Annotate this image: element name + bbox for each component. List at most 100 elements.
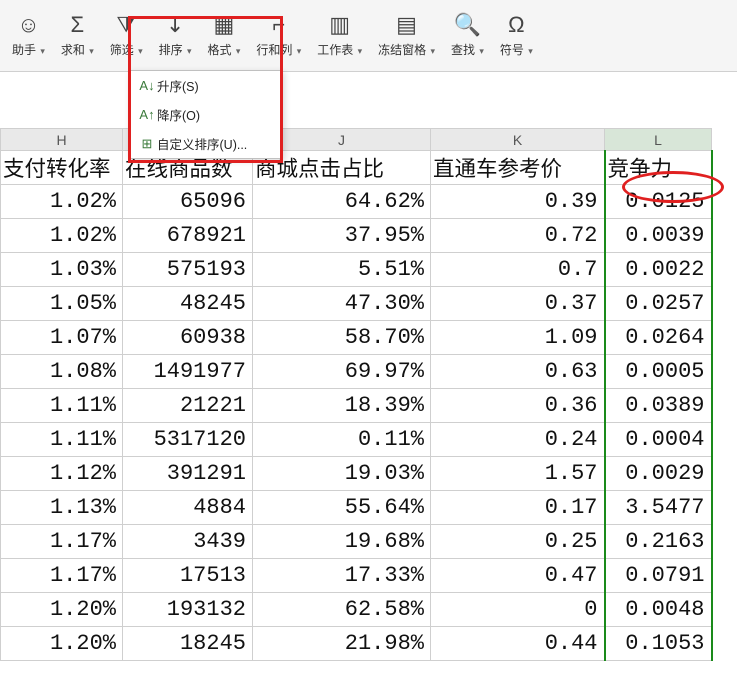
toolbar-assistant-button[interactable]: ☺助手 ▾: [4, 0, 53, 64]
cell[interactable]: 0.0005: [605, 355, 712, 389]
cell[interactable]: 62.58%: [253, 593, 431, 627]
cell[interactable]: 3.5477: [605, 491, 712, 525]
cell[interactable]: 17513: [123, 559, 253, 593]
cell[interactable]: 1.57: [431, 457, 605, 491]
cell[interactable]: 19.68%: [253, 525, 431, 559]
cell[interactable]: 0.11%: [253, 423, 431, 457]
cell[interactable]: 55.64%: [253, 491, 431, 525]
cell[interactable]: 60938: [123, 321, 253, 355]
cell[interactable]: 1.08%: [1, 355, 123, 389]
sort-menu-label: 自定义排序(U)...: [157, 134, 247, 153]
column-header-letter[interactable]: K: [431, 129, 605, 151]
cell[interactable]: 0.24: [431, 423, 605, 457]
cell[interactable]: 21.98%: [253, 627, 431, 661]
sort-menu-item-1[interactable]: A↑降序(O): [129, 100, 282, 129]
cell[interactable]: 0.72: [431, 219, 605, 253]
cell[interactable]: 4884: [123, 491, 253, 525]
cell[interactable]: 17.33%: [253, 559, 431, 593]
chevron-down-icon: ▾: [358, 46, 363, 56]
cell[interactable]: 0.25: [431, 525, 605, 559]
toolbar-sort-button[interactable]: ↧排序 ▾: [151, 0, 200, 64]
cell[interactable]: 1.17%: [1, 525, 123, 559]
cell[interactable]: 18.39%: [253, 389, 431, 423]
cell[interactable]: 1.11%: [1, 423, 123, 457]
sum-icon: Σ: [71, 11, 85, 39]
cell[interactable]: 64.62%: [253, 185, 431, 219]
cell[interactable]: 0.0029: [605, 457, 712, 491]
cell[interactable]: 0.17: [431, 491, 605, 525]
cell[interactable]: 47.30%: [253, 287, 431, 321]
cell[interactable]: 1491977: [123, 355, 253, 389]
sort-menu-item-2[interactable]: ⊞自定义排序(U)...: [129, 129, 282, 158]
toolbar-label: 行和列 ▾: [256, 41, 301, 58]
cell[interactable]: 0.37: [431, 287, 605, 321]
cell[interactable]: 21221: [123, 389, 253, 423]
cell[interactable]: 1.17%: [1, 559, 123, 593]
cell[interactable]: 1.09: [431, 321, 605, 355]
cell[interactable]: 0.0389: [605, 389, 712, 423]
cell[interactable]: 0.0125: [605, 185, 712, 219]
cell[interactable]: 391291: [123, 457, 253, 491]
cell[interactable]: 1.13%: [1, 491, 123, 525]
column-title[interactable]: 支付转化率: [1, 151, 123, 185]
cell[interactable]: 5.51%: [253, 253, 431, 287]
column-title[interactable]: 竞争力: [605, 151, 712, 185]
toolbar-sum-button[interactable]: Σ求和 ▾: [53, 0, 102, 64]
toolbar-symbol-button[interactable]: Ω符号 ▾: [492, 0, 541, 64]
cell[interactable]: 0.1053: [605, 627, 712, 661]
cell[interactable]: 0.44: [431, 627, 605, 661]
cell[interactable]: 1.02%: [1, 185, 123, 219]
cell[interactable]: 1.11%: [1, 389, 123, 423]
cell[interactable]: 1.07%: [1, 321, 123, 355]
cell[interactable]: 0.36: [431, 389, 605, 423]
cell[interactable]: 0.0039: [605, 219, 712, 253]
cell[interactable]: 1.12%: [1, 457, 123, 491]
cell[interactable]: 0.47: [431, 559, 605, 593]
cell[interactable]: 0.0791: [605, 559, 712, 593]
cell[interactable]: 1.20%: [1, 593, 123, 627]
cell[interactable]: 19.03%: [253, 457, 431, 491]
table-row: 1.12%39129119.03%1.570.0029: [1, 457, 712, 491]
column-header-letter[interactable]: L: [605, 129, 712, 151]
cell[interactable]: 193132: [123, 593, 253, 627]
spreadsheet[interactable]: HIJKL支付转化率在线商品数商城点击占比直通车参考价竞争力1.02%65096…: [0, 128, 713, 661]
cell[interactable]: 69.97%: [253, 355, 431, 389]
column-title[interactable]: 直通车参考价: [431, 151, 605, 185]
cell[interactable]: 0.0022: [605, 253, 712, 287]
cell[interactable]: 0.0048: [605, 593, 712, 627]
cell[interactable]: 37.95%: [253, 219, 431, 253]
table-row: 1.17%343919.68%0.250.2163: [1, 525, 712, 559]
cell[interactable]: 48245: [123, 287, 253, 321]
cell[interactable]: 3439: [123, 525, 253, 559]
cell[interactable]: 678921: [123, 219, 253, 253]
cell[interactable]: 0.2163: [605, 525, 712, 559]
cell[interactable]: 0.0004: [605, 423, 712, 457]
cell[interactable]: 65096: [123, 185, 253, 219]
cell[interactable]: 0: [431, 593, 605, 627]
cell[interactable]: 1.20%: [1, 627, 123, 661]
cell[interactable]: 1.05%: [1, 287, 123, 321]
table-row: 1.02%67892137.95%0.720.0039: [1, 219, 712, 253]
cell[interactable]: 0.7: [431, 253, 605, 287]
toolbar-worksheet-button[interactable]: ▥工作表 ▾: [309, 0, 370, 64]
cell[interactable]: 0.0264: [605, 321, 712, 355]
sort-menu-item-0[interactable]: A↓升序(S): [129, 71, 282, 100]
cell[interactable]: 0.63: [431, 355, 605, 389]
cell[interactable]: 0.0257: [605, 287, 712, 321]
toolbar-format-button[interactable]: ▦格式 ▾: [200, 0, 249, 64]
toolbar-label: 工作表 ▾: [317, 41, 362, 58]
toolbar-label: 格式 ▾: [208, 41, 241, 58]
cell[interactable]: 575193: [123, 253, 253, 287]
cell[interactable]: 18245: [123, 627, 253, 661]
toolbar-filter-button[interactable]: ⧩筛选 ▾: [102, 0, 151, 64]
cell[interactable]: 58.70%: [253, 321, 431, 355]
toolbar-freeze-button[interactable]: ▤冻结窗格 ▾: [370, 0, 443, 64]
cell[interactable]: 1.02%: [1, 219, 123, 253]
cell[interactable]: 5317120: [123, 423, 253, 457]
toolbar-rowcol-button[interactable]: ⌐行和列 ▾: [248, 0, 309, 64]
cell[interactable]: 0.39: [431, 185, 605, 219]
column-header-letter[interactable]: H: [1, 129, 123, 151]
sort-menu-icon: A↓: [137, 78, 157, 93]
toolbar-find-button[interactable]: 🔍查找 ▾: [443, 0, 492, 64]
cell[interactable]: 1.03%: [1, 253, 123, 287]
